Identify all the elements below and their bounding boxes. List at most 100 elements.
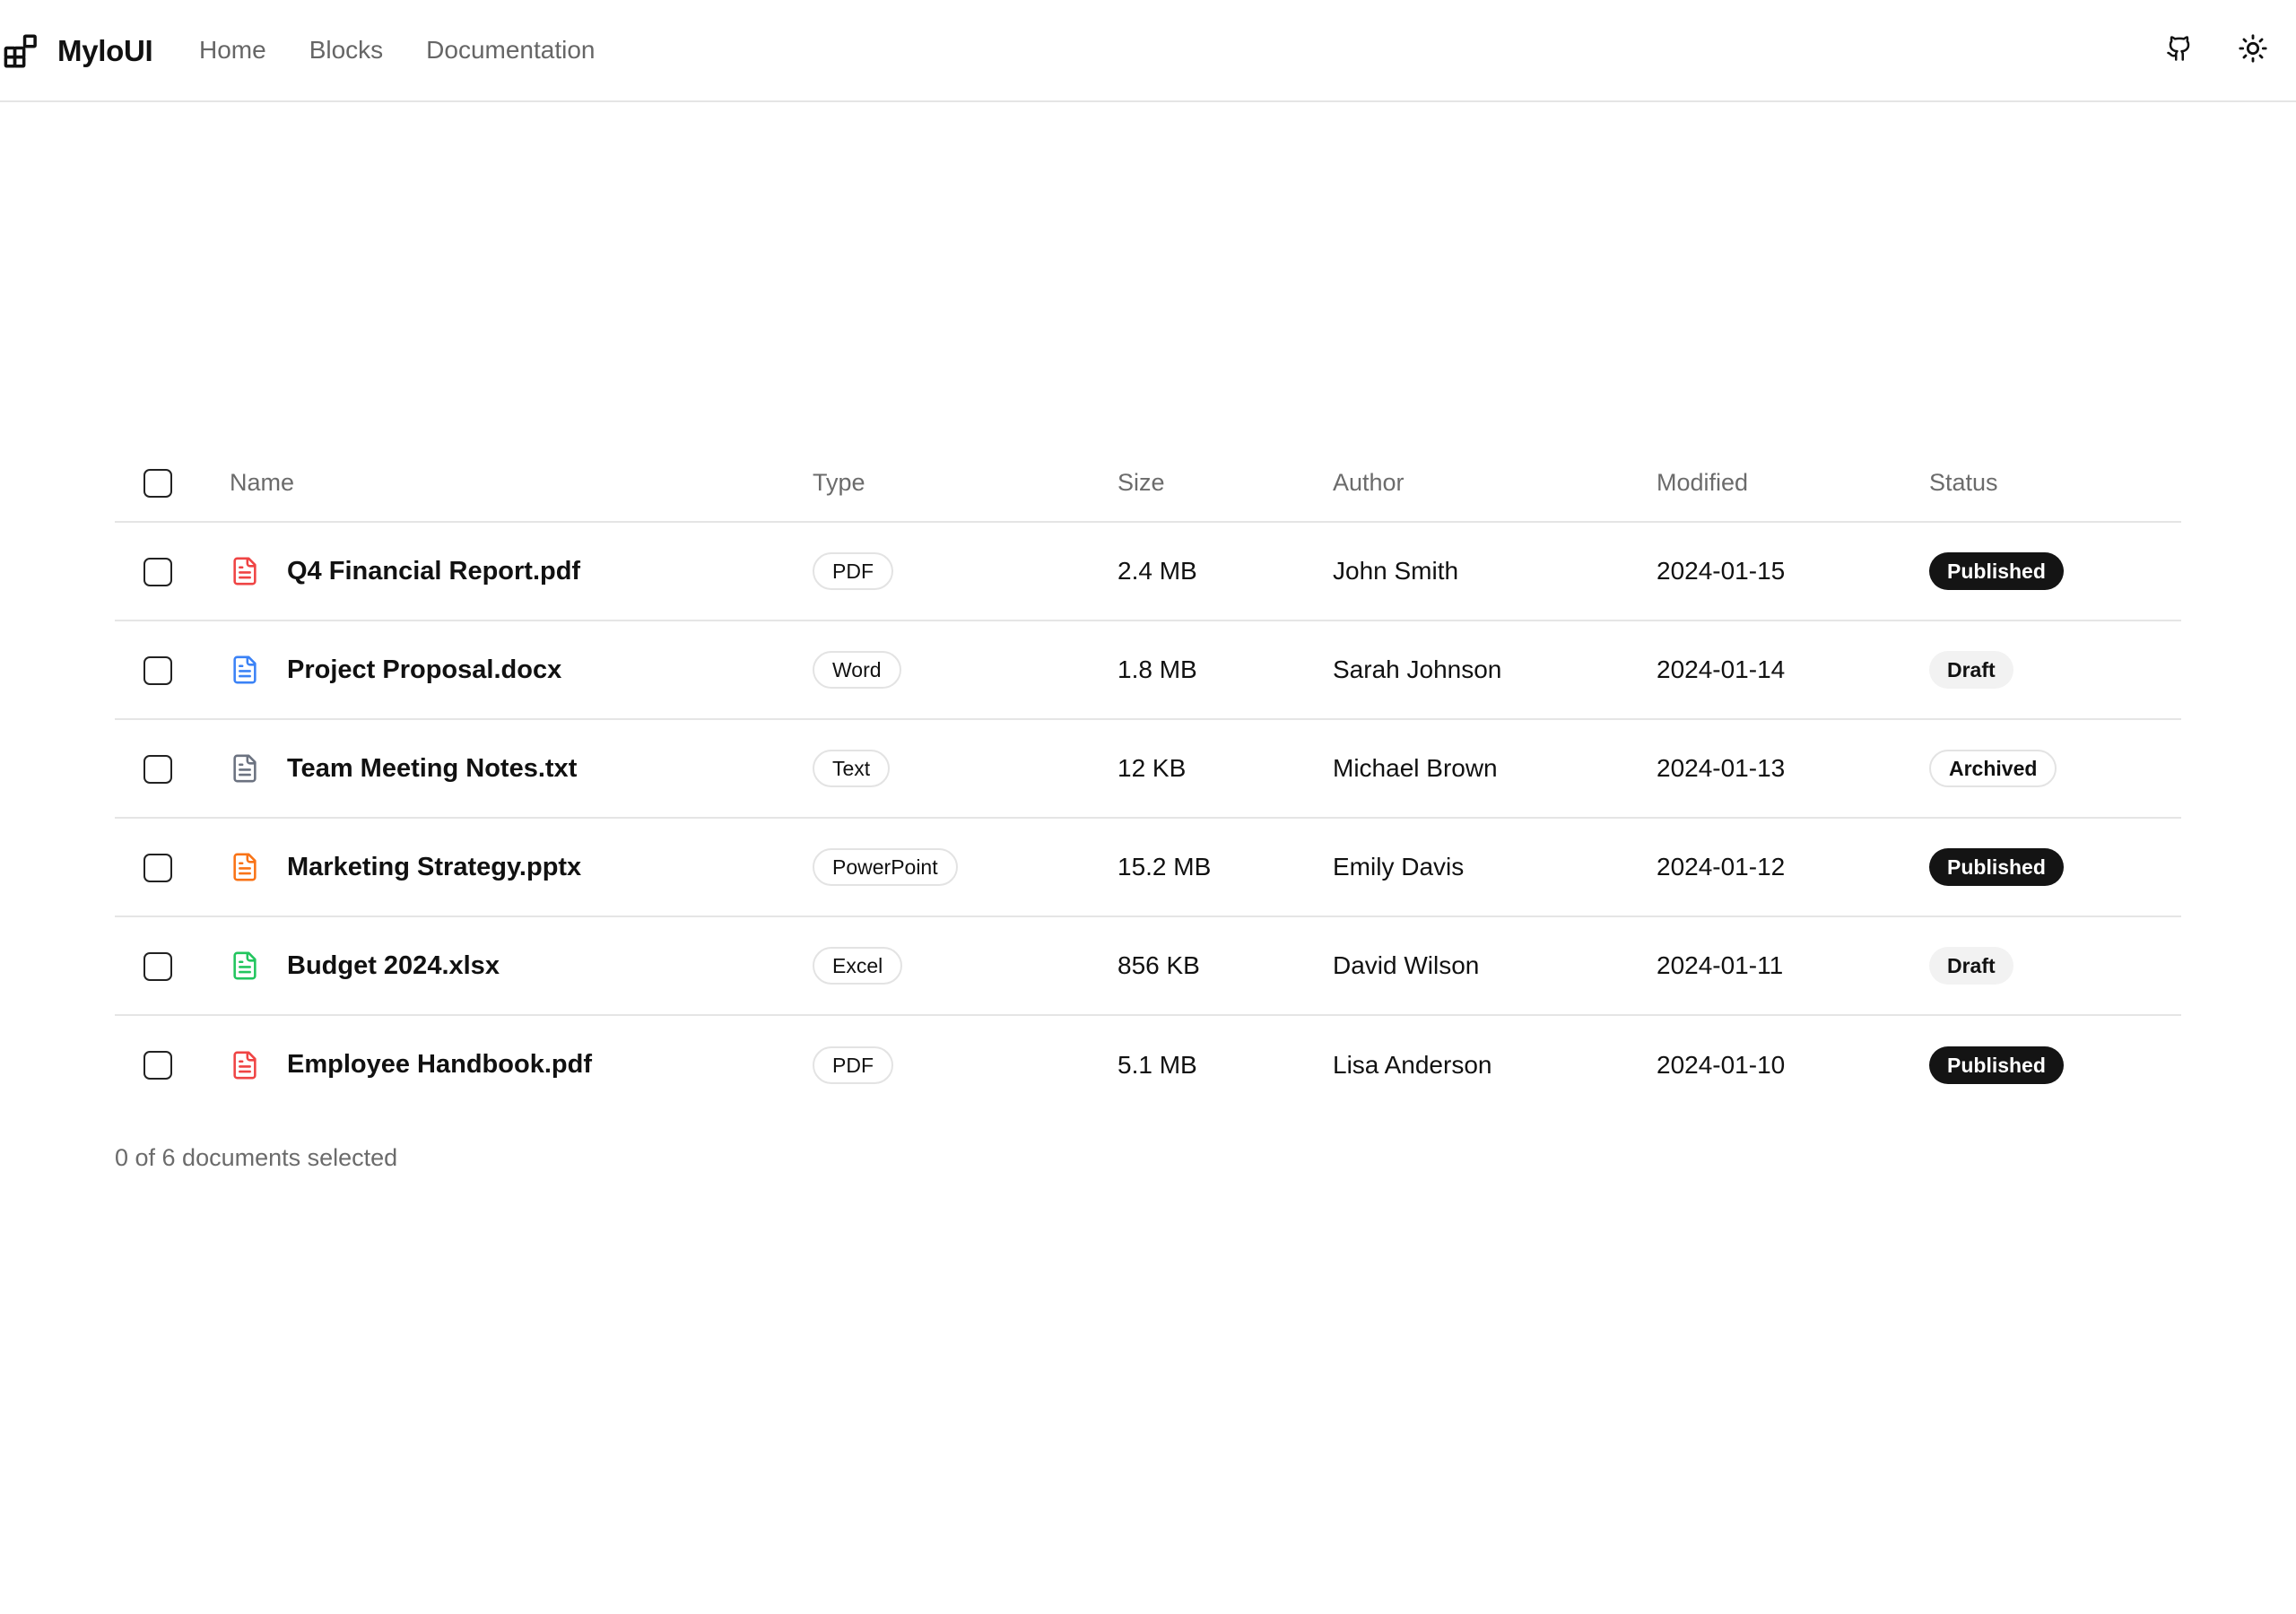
modified-cell: 2024-01-10 [1657, 1050, 1786, 1079]
column-header-size[interactable]: Size [1118, 445, 1333, 523]
size-cell: 15.2 MB [1118, 818, 1333, 917]
nav-blocks[interactable]: Blocks [309, 32, 383, 68]
status-badge: Archived [1929, 750, 2057, 787]
status-badge: Published [1929, 1046, 2064, 1084]
status-cell: Published [1929, 818, 2181, 917]
author-cell: David Wilson [1333, 916, 1657, 1016]
row-checkbox[interactable] [144, 1051, 172, 1080]
name-cell: Employee Handbook.pdf [230, 1015, 813, 1114]
column-header-modified[interactable]: Modified [1657, 445, 1929, 523]
status-cell: Published [1929, 522, 2181, 621]
type-cell: Word [813, 620, 1118, 720]
modified-cell: 2024-01-14 [1657, 620, 1929, 720]
type-cell: Excel [813, 916, 1118, 1016]
documents-table-container: Name Type Size Author Modified Status Q4… [115, 445, 2181, 1114]
file-name[interactable]: Marketing Strategy.pptx [287, 853, 581, 882]
status-badge: Published [1929, 552, 2064, 590]
type-badge: PDF [813, 1046, 893, 1084]
name-cell: Q4 Financial Report.pdf [230, 522, 813, 621]
file-name[interactable]: Budget 2024.xlsx [287, 951, 500, 981]
row-select-cell [115, 719, 230, 819]
row-checkbox[interactable] [144, 655, 172, 685]
row-checkbox[interactable] [144, 853, 172, 882]
type-badge: Text [813, 750, 891, 787]
select-all-checkbox[interactable] [144, 468, 172, 498]
status-cell: Draft [1929, 916, 2181, 1016]
nav-documentation[interactable]: Documentation [426, 32, 595, 68]
row-select-cell [115, 818, 230, 917]
type-cell: Text [813, 719, 1118, 819]
status-cell: Archived [1929, 719, 2181, 819]
status-cell: Draft [1929, 620, 2181, 720]
author-cell: Sarah Johnson [1333, 620, 1657, 720]
status-badge: Published [1929, 848, 2064, 886]
nav-home[interactable]: Home [199, 32, 266, 68]
row-select-cell [115, 620, 230, 720]
file-name[interactable]: Q4 Financial Report.pdf [287, 557, 580, 586]
file-icon [230, 1048, 260, 1082]
size-cell: 1.8 MB [1118, 620, 1333, 720]
theme-toggle-sun-icon[interactable] [2235, 30, 2271, 66]
file-icon [230, 653, 260, 687]
table-row[interactable]: Project Proposal.docx Word 1.8 MB Sarah … [115, 620, 2181, 720]
table-header-row: Name Type Size Author Modified Status [115, 445, 2181, 523]
column-header-status[interactable]: Status [1929, 445, 2181, 523]
top-nav-bar: MyloUI Home Blocks Documentation [0, 0, 2296, 102]
type-badge: PowerPoint [813, 848, 958, 886]
name-cell: Project Proposal.docx [230, 620, 813, 720]
modified-cell: 2024-01-11 [1657, 916, 1929, 1016]
select-all-header [115, 445, 230, 523]
author-cell: Lisa Anderson [1333, 1050, 1492, 1079]
size-cell: 5.1 MB [1118, 1050, 1197, 1079]
size-cell: 856 KB [1118, 916, 1333, 1016]
brand-logo[interactable]: MyloUI [2, 32, 153, 70]
status-badge: Draft [1929, 947, 2013, 985]
row-checkbox[interactable] [144, 951, 172, 981]
selection-count: 0 of 6 documents selected [115, 1144, 398, 1171]
type-cell: PDF [813, 522, 1118, 621]
file-icon [230, 554, 260, 588]
column-header-name[interactable]: Name [230, 445, 813, 523]
file-icon [230, 850, 260, 884]
table-row[interactable]: Employee Handbook.pdf PDF 5.1 MB Lisa An… [115, 1015, 2181, 1114]
github-icon[interactable] [2161, 30, 2197, 66]
status-badge: Draft [1929, 651, 2013, 689]
type-cell: PDF [813, 1015, 1118, 1114]
column-header-type[interactable]: Type [813, 445, 1118, 523]
table-row[interactable]: Budget 2024.xlsx Excel 856 KB David Wils… [115, 916, 2181, 1016]
row-select-cell [115, 1015, 230, 1114]
table-row[interactable]: Q4 Financial Report.pdf PDF 2.4 MB John … [115, 522, 2181, 621]
main-nav: Home Blocks Documentation [199, 32, 639, 68]
file-name[interactable]: Employee Handbook.pdf [287, 1050, 592, 1080]
modified-cell: 2024-01-15 [1657, 522, 1929, 621]
row-checkbox[interactable] [144, 754, 172, 784]
name-cell: Team Meeting Notes.txt [230, 719, 813, 819]
size-cell: 12 KB [1118, 719, 1333, 819]
file-name[interactable]: Project Proposal.docx [287, 655, 561, 685]
modified-cell: 2024-01-13 [1657, 719, 1929, 819]
table-row[interactable]: Team Meeting Notes.txt Text 12 KB Michae… [115, 719, 2181, 819]
column-header-author[interactable]: Author [1333, 445, 1657, 523]
row-select-cell [115, 916, 230, 1016]
status-cell: Published [1929, 1015, 2181, 1114]
header-actions [2161, 30, 2271, 66]
file-name[interactable]: Team Meeting Notes.txt [287, 754, 577, 784]
size-cell: 2.4 MB [1118, 522, 1333, 621]
brand-name[interactable]: MyloUI [57, 32, 153, 70]
file-icon [230, 949, 260, 983]
file-icon [230, 751, 260, 785]
author-cell: John Smith [1333, 522, 1657, 621]
row-select-cell [115, 522, 230, 621]
type-badge: Excel [813, 947, 903, 985]
author-cell: Emily Davis [1333, 818, 1657, 917]
modified-cell: 2024-01-12 [1657, 818, 1929, 917]
documents-table: Name Type Size Author Modified Status Q4… [115, 445, 2181, 1114]
table-row[interactable]: Marketing Strategy.pptx PowerPoint 15.2 … [115, 818, 2181, 917]
row-checkbox[interactable] [144, 557, 172, 586]
type-badge: Word [813, 651, 901, 689]
name-cell: Marketing Strategy.pptx [230, 818, 813, 917]
type-badge: PDF [813, 552, 893, 590]
blocks-logo-icon [2, 32, 39, 70]
name-cell: Budget 2024.xlsx [230, 916, 813, 1016]
author-cell: Michael Brown [1333, 719, 1657, 819]
